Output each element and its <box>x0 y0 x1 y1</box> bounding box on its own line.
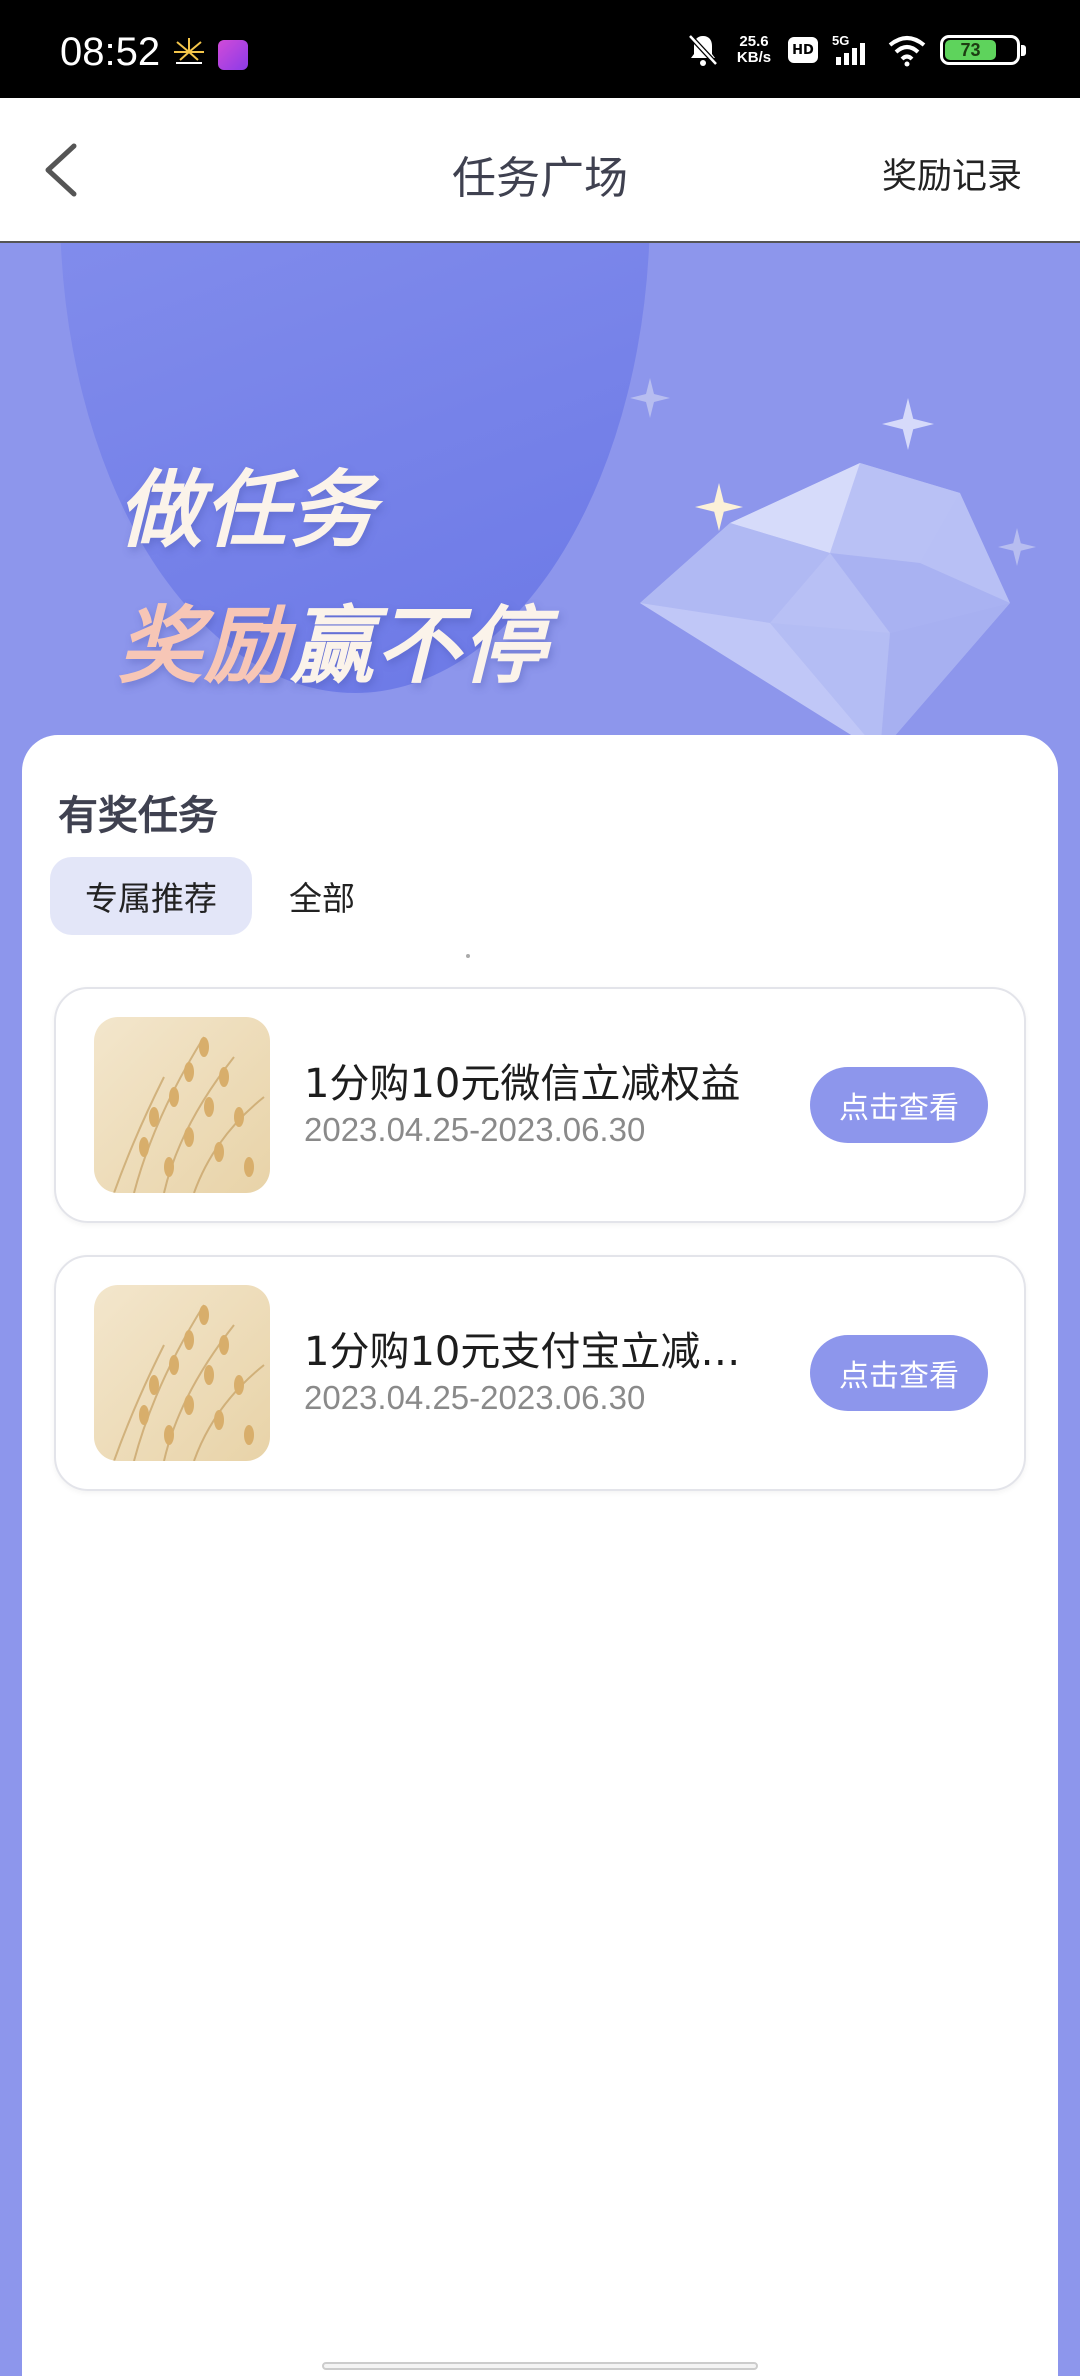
network-label: 5G <box>832 33 849 48</box>
app-badge-icon <box>218 40 248 70</box>
home-indicator[interactable] <box>322 2362 758 2370</box>
notification-burst-icon <box>174 38 204 64</box>
sparkle-icon <box>882 398 934 450</box>
banner-headline-accent: 奖励 <box>118 597 291 695</box>
wifi-icon <box>888 36 926 67</box>
tab-all[interactable]: 全部 <box>262 857 382 935</box>
status-time: 08:52 <box>60 30 161 74</box>
tab-exclusive[interactable]: 专属推荐 <box>50 857 252 935</box>
task-title: 1分购10元支付宝立减… <box>304 1329 741 1375</box>
task-title: 1分购10元微信立减权益 <box>304 1061 741 1107</box>
tab-indicator-dot <box>466 954 470 958</box>
banner-headline-1: 做任务 <box>118 461 377 559</box>
battery-level: 73 <box>945 40 997 60</box>
view-button[interactable]: 点击查看 <box>810 1335 988 1411</box>
net-speed: 25.6 KB/s <box>734 34 774 66</box>
sparkle-icon <box>630 378 670 418</box>
task-card[interactable]: 1分购10元微信立减权益 2023.04.25-2023.06.30 点击查看 <box>54 987 1026 1223</box>
hd-badge: HD <box>788 37 818 63</box>
task-date-range: 2023.04.25-2023.06.30 <box>304 1379 646 1416</box>
net-speed-unit: KB/s <box>736 49 772 66</box>
mute-icon <box>688 34 718 66</box>
sparkle-icon <box>998 528 1036 566</box>
status-bar: 08:52 25.6 KB/s HD 5G 73 <box>0 0 1080 98</box>
signal-icon: 5G <box>832 33 865 65</box>
net-speed-value: 25.6 <box>739 33 769 50</box>
diamond-icon <box>640 463 1010 753</box>
view-button[interactable]: 点击查看 <box>810 1067 988 1143</box>
tasks-panel: 有奖任务 专属推荐 全部 1分购10元微信立减权益 2023.04.25-202… <box>22 735 1058 2376</box>
task-card[interactable]: 1分购10元支付宝立减… 2023.04.25-2023.06.30 点击查看 <box>54 1255 1026 1491</box>
task-thumbnail <box>94 1017 270 1193</box>
task-date-range: 2023.04.25-2023.06.30 <box>304 1111 646 1148</box>
sparkle-icon <box>695 483 743 531</box>
battery-icon: 73 <box>940 35 1026 65</box>
banner-headline-rest: 赢不停 <box>290 597 549 695</box>
banner-headline-2: 奖励赢不停 <box>118 579 548 700</box>
task-thumbnail <box>94 1285 270 1461</box>
promo-banner: 做任务 奖励赢不停 <box>0 243 1080 763</box>
nav-bar: 任务广场 奖励记录 <box>0 98 1080 243</box>
reward-record-link[interactable]: 奖励记录 <box>882 148 1022 199</box>
section-title: 有奖任务 <box>58 793 218 839</box>
